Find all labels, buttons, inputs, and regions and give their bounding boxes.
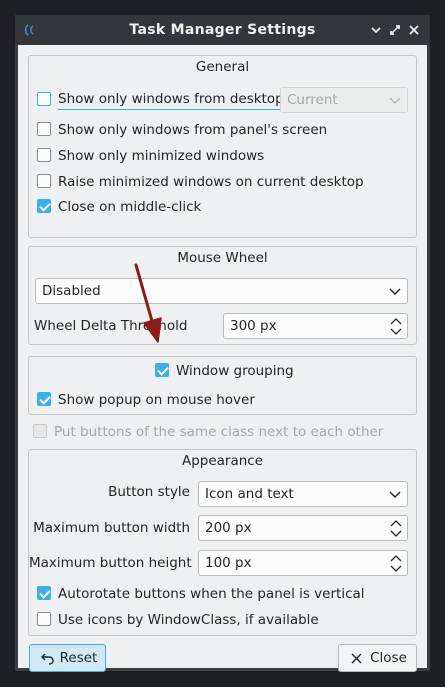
spin-up-icon[interactable] bbox=[390, 554, 402, 562]
general-group: General Show only windows from desktop C… bbox=[28, 55, 417, 238]
wheel-mode-combo[interactable]: Disabled bbox=[35, 278, 408, 304]
show-only-panel-screen-label: Show only windows from panel's screen bbox=[58, 122, 328, 138]
window-grouping-label: Window grouping bbox=[176, 363, 294, 379]
raise-minimized-label: Raise minimized windows on current deskt… bbox=[58, 174, 364, 190]
appearance-group: Appearance Button style Icon and text Ma… bbox=[28, 449, 417, 636]
use-icons-label: Use icons by WindowClass, if available bbox=[58, 612, 319, 628]
desktop-combo-value: Current bbox=[287, 92, 338, 108]
show-only-minimized-label: Show only minimized windows bbox=[58, 148, 265, 164]
same-class-label: Put buttons of the same class next to ea… bbox=[54, 424, 384, 440]
checkbox[interactable] bbox=[37, 148, 51, 162]
general-group-title: General bbox=[195, 59, 250, 75]
close-button[interactable]: Close bbox=[338, 644, 417, 672]
dialog-content: General Show only windows from desktop C… bbox=[18, 45, 427, 672]
button-style-label: Button style bbox=[108, 484, 190, 500]
window-grouping-group: Window grouping Show popup on mouse hove… bbox=[28, 356, 417, 415]
wheel-mode-value: Disabled bbox=[42, 283, 101, 299]
maximize-icon[interactable] bbox=[387, 22, 403, 38]
chevron-down-icon bbox=[389, 97, 401, 104]
checkbox[interactable] bbox=[155, 363, 169, 377]
spin-down-icon[interactable] bbox=[390, 565, 402, 573]
mouse-wheel-group-title: Mouse Wheel bbox=[177, 250, 268, 266]
close-middle-click-label: Close on middle-click bbox=[58, 199, 202, 215]
reset-button[interactable]: Reset bbox=[29, 644, 106, 672]
checkbox[interactable] bbox=[37, 392, 51, 406]
mouse-wheel-group: Mouse Wheel Disabled Wheel Delta Thresho… bbox=[28, 246, 417, 345]
checkbox[interactable] bbox=[37, 122, 51, 136]
undo-icon bbox=[41, 653, 54, 665]
spin-down-icon[interactable] bbox=[390, 328, 402, 336]
show-popup-label: Show popup on mouse hover bbox=[58, 392, 255, 408]
max-width-value: 200 px bbox=[205, 520, 252, 536]
max-height-label: Maximum button height bbox=[29, 555, 192, 571]
checkbox[interactable] bbox=[37, 199, 51, 213]
appearance-group-title: Appearance bbox=[181, 453, 264, 469]
button-style-combo[interactable]: Icon and text bbox=[198, 481, 408, 507]
title-bar[interactable]: Task Manager Settings bbox=[15, 15, 430, 45]
max-height-value: 100 px bbox=[205, 555, 252, 571]
checkbox[interactable] bbox=[37, 586, 51, 600]
close-icon[interactable] bbox=[406, 22, 422, 38]
max-width-spinbox[interactable]: 200 px bbox=[198, 515, 408, 541]
checkbox[interactable] bbox=[33, 424, 47, 438]
checkbox[interactable] bbox=[37, 92, 51, 106]
max-width-label: Maximum button width bbox=[33, 520, 190, 536]
max-height-spinbox[interactable]: 100 px bbox=[198, 550, 408, 576]
chevron-down-icon bbox=[389, 491, 401, 498]
wheel-delta-label: Wheel Delta Threshold bbox=[34, 318, 188, 334]
spin-down-icon[interactable] bbox=[390, 530, 402, 538]
wheel-delta-spinbox[interactable]: 300 px bbox=[223, 313, 408, 339]
wheel-delta-value: 300 px bbox=[230, 318, 277, 334]
checkbox[interactable] bbox=[37, 612, 51, 626]
settings-window: Task Manager Settings General Show only … bbox=[15, 15, 430, 672]
close-icon bbox=[351, 653, 362, 664]
button-style-value: Icon and text bbox=[205, 486, 294, 502]
chevron-down-icon bbox=[389, 288, 401, 295]
show-only-desktop-label: Show only windows from desktop bbox=[58, 89, 284, 110]
spin-up-icon[interactable] bbox=[390, 519, 402, 527]
spin-up-icon[interactable] bbox=[390, 317, 402, 325]
desktop-combo[interactable]: Current bbox=[280, 87, 408, 113]
minimize-icon[interactable] bbox=[368, 22, 384, 38]
checkbox[interactable] bbox=[37, 174, 51, 188]
autorotate-label: Autorotate buttons when the panel is ver… bbox=[58, 586, 365, 602]
